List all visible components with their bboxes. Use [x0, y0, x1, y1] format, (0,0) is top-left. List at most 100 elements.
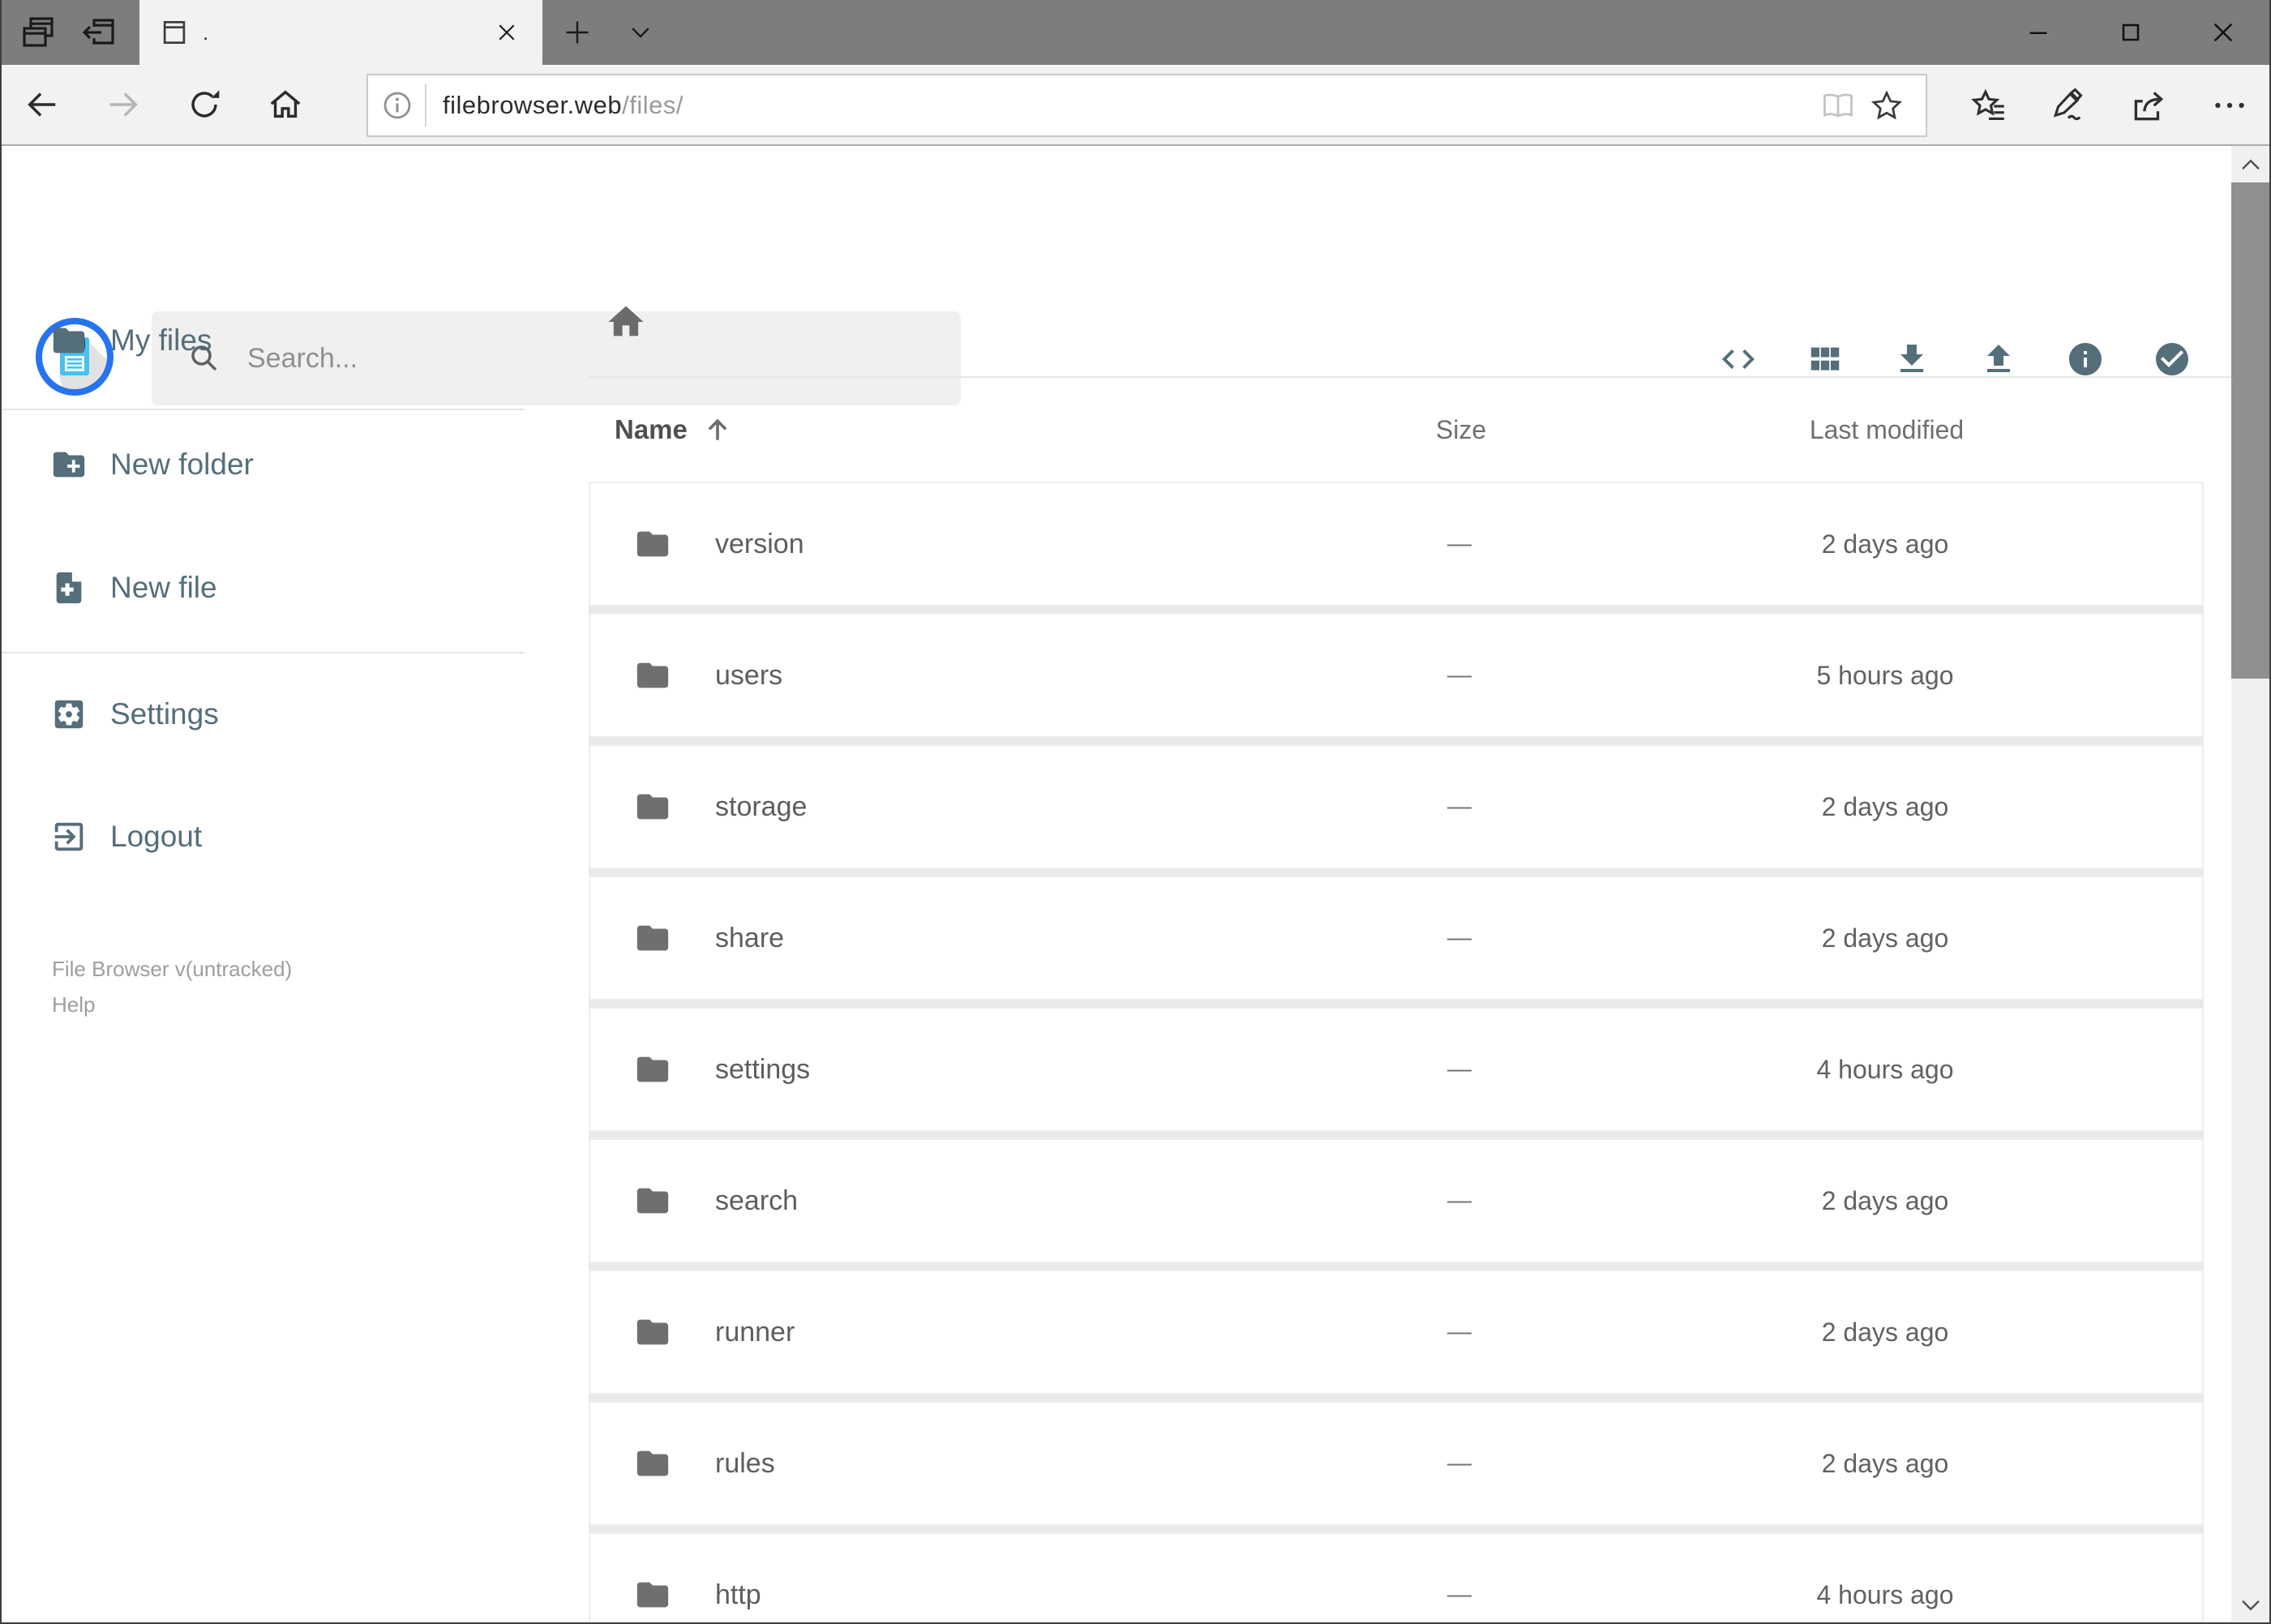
column-header-modified[interactable]: Last modified	[1765, 409, 2008, 450]
tab-close-button[interactable]	[491, 16, 523, 49]
row-name: storage	[715, 791, 808, 822]
row-modified: 2 days ago	[1821, 791, 1949, 821]
file-row[interactable]: settings — 4 hours ago	[589, 1007, 2204, 1132]
minimize-button[interactable]	[1992, 0, 2085, 65]
share-icon	[2134, 92, 2164, 121]
row-name: settings	[715, 1053, 811, 1085]
row-name: version	[715, 528, 804, 559]
annotate-pen-button[interactable]	[2044, 82, 2091, 129]
sidebar-item-new-folder[interactable]: New folder	[2, 434, 529, 495]
address-bar-actions	[1814, 81, 1911, 130]
listing-divider	[589, 376, 2233, 378]
tab-preview-button[interactable]	[12, 0, 64, 65]
column-header-size[interactable]: Size	[1380, 409, 1542, 450]
tab-list-dropdown-button[interactable]	[616, 0, 665, 65]
sidebar-item-logout[interactable]: Logout	[2, 806, 529, 868]
chevron-down-icon	[632, 28, 649, 38]
reading-view-button[interactable]	[1814, 81, 1862, 130]
folder-plus-icon	[53, 452, 85, 478]
column-name-label: Name	[615, 414, 688, 444]
maximize-icon	[2122, 24, 2140, 41]
more-dots-icon	[2215, 102, 2244, 109]
hub-star-list-icon	[1971, 88, 2004, 121]
help-link[interactable]: Help	[52, 987, 292, 1022]
url-text[interactable]: filebrowser.web/files/	[443, 91, 1814, 120]
row-size: —	[1447, 1318, 1472, 1345]
row-modified: 2 days ago	[1821, 1185, 1949, 1215]
sidebar-item-my-files[interactable]: My files	[2, 310, 529, 371]
file-row[interactable]: http — 4 hours ago	[589, 1532, 2204, 1622]
favorites-hub-button[interactable]	[1965, 82, 2012, 129]
sidebar-item-new-file[interactable]: New file	[2, 557, 529, 619]
sidebar-item-label: Logout	[110, 820, 203, 853]
more-menu-button[interactable]	[2206, 82, 2253, 129]
scroll-down-button[interactable]	[2231, 1588, 2269, 1621]
file-row[interactable]: search — 2 days ago	[589, 1138, 2204, 1263]
browser-tab[interactable]: .	[139, 0, 542, 65]
share-button[interactable]	[2125, 82, 2172, 129]
row-size: —	[1447, 924, 1472, 951]
refresh-button[interactable]	[164, 65, 245, 144]
forward-button[interactable]	[83, 65, 164, 144]
folder-icon	[634, 615, 671, 736]
scroll-up-button[interactable]	[2231, 149, 2269, 182]
browser-scrollbar[interactable]	[2231, 146, 2269, 1622]
sidebar-divider	[2, 409, 525, 410]
address-bar[interactable]: filebrowser.web/files/	[366, 74, 1927, 137]
folder-icon	[634, 1271, 671, 1393]
row-size: —	[1447, 1056, 1472, 1082]
page-icon	[163, 20, 186, 45]
window-controls	[1992, 0, 2269, 65]
scrollbar-thumb[interactable]	[2231, 182, 2269, 679]
file-row[interactable]: runner — 2 days ago	[589, 1270, 2204, 1395]
site-info-button[interactable]	[379, 88, 415, 123]
file-row[interactable]: rules — 2 days ago	[589, 1401, 2204, 1526]
sidebar-item-label: New file	[110, 571, 217, 604]
file-row[interactable]: share — 2 days ago	[589, 876, 2204, 1001]
file-row[interactable]: users — 5 hours ago	[589, 613, 2204, 738]
file-row[interactable]: version — 2 days ago	[589, 482, 2204, 606]
row-name: users	[715, 659, 783, 691]
back-button[interactable]	[2, 65, 83, 144]
file-row[interactable]: storage — 2 days ago	[589, 744, 2204, 869]
favorite-star-button[interactable]	[1862, 81, 1911, 130]
close-window-button[interactable]	[2177, 0, 2269, 65]
info-circle-icon	[383, 92, 411, 119]
folder-icon	[634, 1534, 671, 1622]
folder-icon	[634, 483, 671, 605]
row-modified: 4 hours ago	[1816, 1054, 1954, 1084]
set-tabs-aside-icon	[82, 19, 114, 45]
row-modified: 5 hours ago	[1816, 660, 1954, 690]
folder-icon	[53, 328, 85, 354]
minimize-icon	[2029, 32, 2047, 35]
home-button[interactable]	[245, 65, 326, 144]
sidebar-item-label: My files	[110, 324, 212, 357]
row-size: —	[1447, 1450, 1472, 1476]
app-version-text: File Browser v(untracked)	[52, 957, 293, 981]
row-size: —	[1447, 662, 1472, 688]
folder-icon	[634, 746, 671, 868]
breadcrumb-home-button[interactable]	[603, 299, 649, 345]
folder-icon	[634, 877, 671, 999]
url-path: /files/	[622, 91, 684, 119]
sidebar-item-label: New folder	[110, 448, 254, 481]
scroll-up-chevron-icon	[2241, 159, 2260, 170]
pen-icon	[2053, 88, 2083, 121]
row-name: http	[715, 1579, 761, 1610]
row-size: —	[1447, 1187, 1472, 1214]
close-icon	[499, 24, 515, 41]
set-tabs-aside-button[interactable]	[73, 0, 125, 65]
row-size: —	[1447, 530, 1472, 557]
sidebar-item-settings[interactable]: Settings	[2, 683, 529, 745]
row-modified: 4 hours ago	[1816, 1579, 1954, 1609]
close-window-icon	[2213, 23, 2233, 42]
new-tab-button[interactable]	[553, 0, 602, 65]
back-arrow-icon	[28, 92, 56, 117]
browser-window: . filebrowser.web/files/ Search... My fi…	[0, 0, 2271, 1624]
file-list: version — 2 days ago users — 5 hours ago…	[589, 482, 2204, 1622]
forward-arrow-icon	[109, 92, 138, 117]
maximize-button[interactable]	[2085, 0, 2177, 65]
column-header-name[interactable]: Name	[615, 409, 733, 450]
tab-preview-icon	[23, 17, 54, 47]
sort-ascending-arrow-icon	[708, 418, 727, 440]
